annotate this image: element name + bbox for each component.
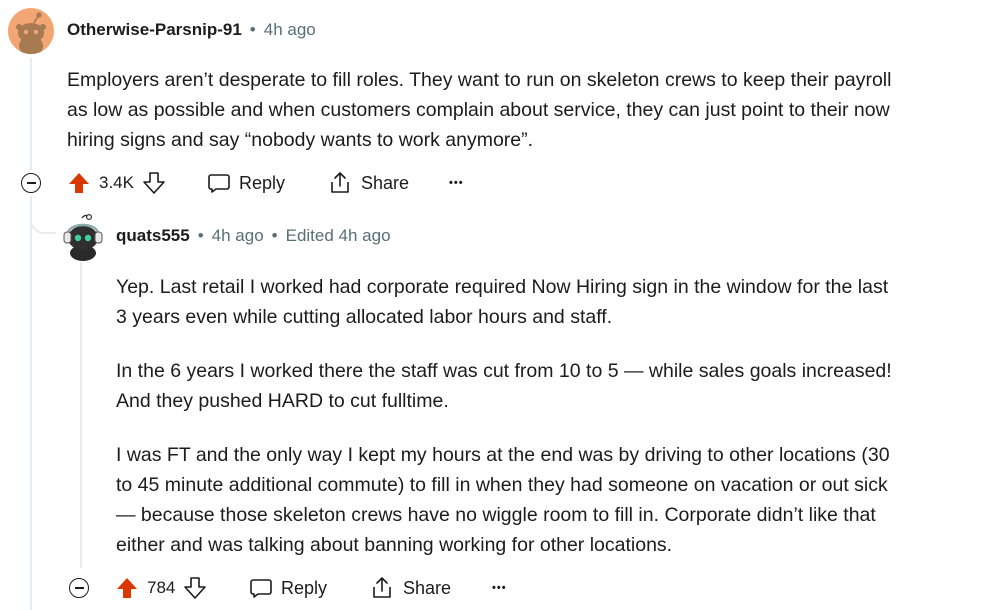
separator-dot: • bbox=[249, 20, 256, 39]
reply-button[interactable]: Reply bbox=[207, 170, 285, 196]
more-options-button[interactable]: ••• bbox=[492, 577, 507, 599]
downvote-icon[interactable] bbox=[142, 171, 166, 195]
comment-line: Yep. Last retail I worked had corporate … bbox=[116, 276, 889, 298]
score: 3.4K bbox=[99, 173, 134, 192]
score: 784 bbox=[147, 578, 176, 597]
comment-line: either and was talking about banning wor… bbox=[116, 534, 673, 556]
share-label: Share bbox=[361, 172, 410, 193]
share-label: Share bbox=[403, 577, 452, 598]
upvote-icon[interactable] bbox=[115, 576, 139, 600]
thread-connector bbox=[30, 210, 56, 234]
collapse-icon bbox=[26, 182, 36, 184]
downvote-icon[interactable] bbox=[183, 576, 207, 600]
username[interactable]: Otherwise-Parsnip-91 bbox=[67, 20, 242, 40]
thread-line-reply[interactable] bbox=[80, 262, 82, 568]
edited-label: Edited 4h ago bbox=[285, 226, 391, 245]
more-options-button[interactable]: ••• bbox=[449, 172, 464, 194]
timestamp[interactable]: 4h ago bbox=[212, 226, 264, 246]
collapse-icon bbox=[74, 587, 84, 589]
more-icon: ••• bbox=[449, 177, 464, 189]
upvote-icon[interactable] bbox=[67, 171, 91, 195]
separator-dot: • bbox=[197, 226, 204, 245]
share-icon bbox=[369, 575, 395, 601]
share-button[interactable]: Share bbox=[369, 575, 451, 601]
comment-paragraph: In the 6 years I worked there the staff … bbox=[116, 356, 986, 416]
separator-dot: • bbox=[271, 226, 278, 245]
comment-icon bbox=[207, 171, 231, 195]
comment-body: Yep. Last retail I worked had corporate … bbox=[116, 272, 986, 560]
vote-bar: 784 bbox=[115, 575, 207, 601]
comment-line: to 45 minute additional commute) to fill… bbox=[116, 474, 888, 496]
comment-line: Employers aren’t desperate to fill roles… bbox=[67, 69, 892, 91]
comment-line: In the 6 years I worked there the staff … bbox=[116, 360, 892, 382]
more-icon: ••• bbox=[492, 582, 507, 594]
comment-line: as low as possible and when customers co… bbox=[67, 99, 890, 121]
comment-body: Employers aren’t desperate to fill roles… bbox=[67, 65, 987, 155]
comment-line: I was FT and the only way I kept my hour… bbox=[116, 444, 890, 466]
share-icon bbox=[327, 170, 353, 196]
comment-line: 3 years even while cutting allocated lab… bbox=[116, 306, 613, 328]
comment-icon bbox=[249, 576, 273, 600]
vote-bar: 3.4K bbox=[67, 170, 166, 196]
thread-line-main[interactable] bbox=[30, 58, 32, 170]
comment-line: And they pushed HARD to cut fulltime. bbox=[116, 390, 449, 412]
collapse-button[interactable] bbox=[21, 173, 41, 193]
comment-line: — because those skeleton crews have no w… bbox=[116, 504, 876, 526]
comment-paragraph: Yep. Last retail I worked had corporate … bbox=[116, 272, 986, 332]
comment-paragraph: I was FT and the only way I kept my hour… bbox=[116, 440, 986, 560]
reply-label: Reply bbox=[281, 577, 328, 598]
reply-button[interactable]: Reply bbox=[249, 575, 327, 601]
reply-label: Reply bbox=[239, 172, 286, 193]
timestamp[interactable]: 4h ago bbox=[264, 20, 316, 40]
collapse-button[interactable] bbox=[69, 578, 89, 598]
username[interactable]: quats555 bbox=[116, 226, 190, 246]
share-button[interactable]: Share bbox=[327, 170, 409, 196]
user-avatar[interactable] bbox=[8, 8, 54, 54]
comment-line: hiring signs and say “nobody wants to wo… bbox=[67, 129, 534, 151]
user-avatar[interactable] bbox=[58, 212, 104, 261]
thread-line-main-lower[interactable] bbox=[30, 196, 32, 610]
